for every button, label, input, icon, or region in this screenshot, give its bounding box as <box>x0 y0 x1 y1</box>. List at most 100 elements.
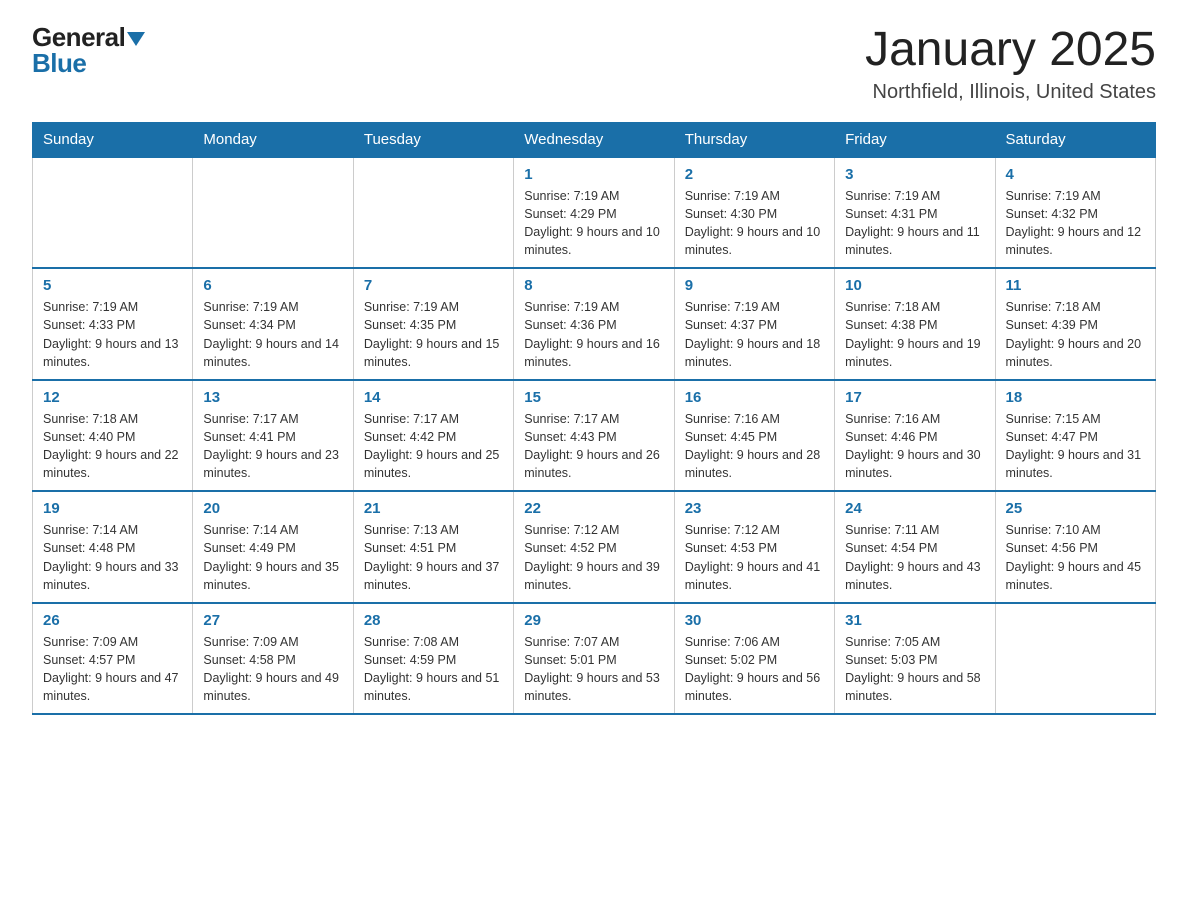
calendar-day-cell: 9 Sunrise: 7:19 AMSunset: 4:37 PMDaylight… <box>674 268 834 380</box>
calendar-day-cell <box>33 157 193 269</box>
day-info: Sunrise: 7:19 AMSunset: 4:37 PMDaylight:… <box>685 298 824 371</box>
day-number: 19 <box>43 500 182 517</box>
day-info: Sunrise: 7:12 AMSunset: 4:53 PMDaylight:… <box>685 521 824 594</box>
day-number: 5 <box>43 277 182 294</box>
logo: General Blue <box>32 24 145 76</box>
calendar-header-cell: Wednesday <box>514 122 674 157</box>
day-info: Sunrise: 7:09 AMSunset: 4:57 PMDaylight:… <box>43 633 182 706</box>
day-number: 16 <box>685 389 824 406</box>
day-number: 6 <box>203 277 342 294</box>
calendar-day-cell: 20Sunrise: 7:14 AMSunset: 4:49 PMDayligh… <box>193 491 353 603</box>
day-number: 27 <box>203 612 342 629</box>
calendar-day-cell: 14 Sunrise: 7:17 AMSunset: 4:42 PMDayligh… <box>353 380 513 492</box>
day-info: Sunrise: 7:17 AMSunset: 4:42 PMDaylight:… <box>364 410 503 483</box>
day-info: Sunrise: 7:12 AMSunset: 4:52 PMDaylight:… <box>524 521 663 594</box>
calendar-day-cell: 10Sunrise: 7:18 AMSunset: 4:38 PMDayligh… <box>835 268 995 380</box>
calendar-body: 1 Sunrise: 7:19 AMSunset: 4:29 PMDaylight… <box>33 157 1156 715</box>
day-number: 9 <box>685 277 824 294</box>
day-info: Sunrise: 7:19 AMSunset: 4:34 PMDaylight:… <box>203 298 342 371</box>
calendar-day-cell <box>353 157 513 269</box>
calendar-day-cell: 6 Sunrise: 7:19 AMSunset: 4:34 PMDaylight… <box>193 268 353 380</box>
calendar-day-cell: 12Sunrise: 7:18 AMSunset: 4:40 PMDayligh… <box>33 380 193 492</box>
day-info: Sunrise: 7:19 AMSunset: 4:29 PMDaylight:… <box>524 187 663 260</box>
calendar-day-cell: 5Sunrise: 7:19 AMSunset: 4:33 PMDaylight… <box>33 268 193 380</box>
calendar-header-cell: Friday <box>835 122 995 157</box>
day-number: 25 <box>1006 500 1145 517</box>
calendar-table: SundayMondayTuesdayWednesdayThursdayFrid… <box>32 122 1156 716</box>
calendar-day-cell: 1 Sunrise: 7:19 AMSunset: 4:29 PMDaylight… <box>514 157 674 269</box>
calendar-day-cell: 3 Sunrise: 7:19 AMSunset: 4:31 PMDaylight… <box>835 157 995 269</box>
calendar-week-row: 5Sunrise: 7:19 AMSunset: 4:33 PMDaylight… <box>33 268 1156 380</box>
day-info: Sunrise: 7:06 AMSunset: 5:02 PMDaylight:… <box>685 633 824 706</box>
day-info: Sunrise: 7:19 AMSunset: 4:30 PMDaylight:… <box>685 187 824 260</box>
day-info: Sunrise: 7:16 AMSunset: 4:45 PMDaylight:… <box>685 410 824 483</box>
day-number: 21 <box>364 500 503 517</box>
day-number: 11 <box>1006 277 1145 294</box>
calendar-day-cell: 4Sunrise: 7:19 AMSunset: 4:32 PMDaylight… <box>995 157 1155 269</box>
day-info: Sunrise: 7:15 AMSunset: 4:47 PMDaylight:… <box>1006 410 1145 483</box>
calendar-week-row: 12Sunrise: 7:18 AMSunset: 4:40 PMDayligh… <box>33 380 1156 492</box>
page-title: January 2025 <box>865 24 1156 77</box>
day-info: Sunrise: 7:19 AMSunset: 4:31 PMDaylight:… <box>845 187 984 260</box>
day-number: 7 <box>364 277 503 294</box>
day-number: 20 <box>203 500 342 517</box>
day-number: 14 <box>364 389 503 406</box>
day-number: 22 <box>524 500 663 517</box>
day-number: 29 <box>524 612 663 629</box>
day-number: 23 <box>685 500 824 517</box>
day-info: Sunrise: 7:19 AMSunset: 4:35 PMDaylight:… <box>364 298 503 371</box>
calendar-day-cell: 27 Sunrise: 7:09 AMSunset: 4:58 PMDayligh… <box>193 603 353 715</box>
title-area: January 2025 Northfield, Illinois, Unite… <box>865 24 1156 104</box>
day-info: Sunrise: 7:09 AMSunset: 4:58 PMDaylight:… <box>203 633 342 706</box>
day-info: Sunrise: 7:19 AMSunset: 4:32 PMDaylight:… <box>1006 187 1145 260</box>
day-info: Sunrise: 7:19 AMSunset: 4:36 PMDaylight:… <box>524 298 663 371</box>
day-number: 24 <box>845 500 984 517</box>
day-info: Sunrise: 7:11 AMSunset: 4:54 PMDaylight:… <box>845 521 984 594</box>
day-info: Sunrise: 7:17 AMSunset: 4:43 PMDaylight:… <box>524 410 663 483</box>
day-info: Sunrise: 7:10 AMSunset: 4:56 PMDaylight:… <box>1006 521 1145 594</box>
page-subtitle: Northfield, Illinois, United States <box>865 81 1156 104</box>
logo-triangle-icon <box>127 32 145 46</box>
day-number: 31 <box>845 612 984 629</box>
day-number: 26 <box>43 612 182 629</box>
calendar-day-cell: 13 Sunrise: 7:17 AMSunset: 4:41 PMDayligh… <box>193 380 353 492</box>
day-info: Sunrise: 7:16 AMSunset: 4:46 PMDaylight:… <box>845 410 984 483</box>
calendar-day-cell: 18 Sunrise: 7:15 AMSunset: 4:47 PMDayligh… <box>995 380 1155 492</box>
day-number: 18 <box>1006 389 1145 406</box>
day-info: Sunrise: 7:13 AMSunset: 4:51 PMDaylight:… <box>364 521 503 594</box>
calendar-day-cell <box>193 157 353 269</box>
day-number: 28 <box>364 612 503 629</box>
calendar-week-row: 1 Sunrise: 7:19 AMSunset: 4:29 PMDaylight… <box>33 157 1156 269</box>
day-info: Sunrise: 7:07 AMSunset: 5:01 PMDaylight:… <box>524 633 663 706</box>
day-number: 2 <box>685 166 824 183</box>
day-number: 15 <box>524 389 663 406</box>
calendar-day-cell: 29 Sunrise: 7:07 AMSunset: 5:01 PMDayligh… <box>514 603 674 715</box>
calendar-day-cell: 16 Sunrise: 7:16 AMSunset: 4:45 PMDayligh… <box>674 380 834 492</box>
calendar-day-cell: 30Sunrise: 7:06 AMSunset: 5:02 PMDayligh… <box>674 603 834 715</box>
calendar-week-row: 26 Sunrise: 7:09 AMSunset: 4:57 PMDayligh… <box>33 603 1156 715</box>
calendar-day-cell: 21 Sunrise: 7:13 AMSunset: 4:51 PMDayligh… <box>353 491 513 603</box>
calendar-week-row: 19Sunrise: 7:14 AMSunset: 4:48 PMDayligh… <box>33 491 1156 603</box>
day-number: 1 <box>524 166 663 183</box>
day-info: Sunrise: 7:17 AMSunset: 4:41 PMDaylight:… <box>203 410 342 483</box>
day-info: Sunrise: 7:18 AMSunset: 4:39 PMDaylight:… <box>1006 298 1145 371</box>
calendar-day-cell: 24 Sunrise: 7:11 AMSunset: 4:54 PMDayligh… <box>835 491 995 603</box>
day-number: 8 <box>524 277 663 294</box>
calendar-day-cell: 11 Sunrise: 7:18 AMSunset: 4:39 PMDayligh… <box>995 268 1155 380</box>
calendar-header: SundayMondayTuesdayWednesdayThursdayFrid… <box>33 122 1156 157</box>
calendar-header-cell: Thursday <box>674 122 834 157</box>
calendar-day-cell: 22 Sunrise: 7:12 AMSunset: 4:52 PMDayligh… <box>514 491 674 603</box>
calendar-header-cell: Monday <box>193 122 353 157</box>
day-number: 17 <box>845 389 984 406</box>
calendar-day-cell: 28 Sunrise: 7:08 AMSunset: 4:59 PMDayligh… <box>353 603 513 715</box>
day-number: 3 <box>845 166 984 183</box>
calendar-day-cell: 31Sunrise: 7:05 AMSunset: 5:03 PMDayligh… <box>835 603 995 715</box>
calendar-day-cell: 26 Sunrise: 7:09 AMSunset: 4:57 PMDayligh… <box>33 603 193 715</box>
day-number: 12 <box>43 389 182 406</box>
calendar-day-cell: 15 Sunrise: 7:17 AMSunset: 4:43 PMDayligh… <box>514 380 674 492</box>
calendar-day-cell: 2 Sunrise: 7:19 AMSunset: 4:30 PMDaylight… <box>674 157 834 269</box>
day-info: Sunrise: 7:08 AMSunset: 4:59 PMDaylight:… <box>364 633 503 706</box>
day-number: 13 <box>203 389 342 406</box>
calendar-header-cell: Tuesday <box>353 122 513 157</box>
calendar-header-cell: Saturday <box>995 122 1155 157</box>
